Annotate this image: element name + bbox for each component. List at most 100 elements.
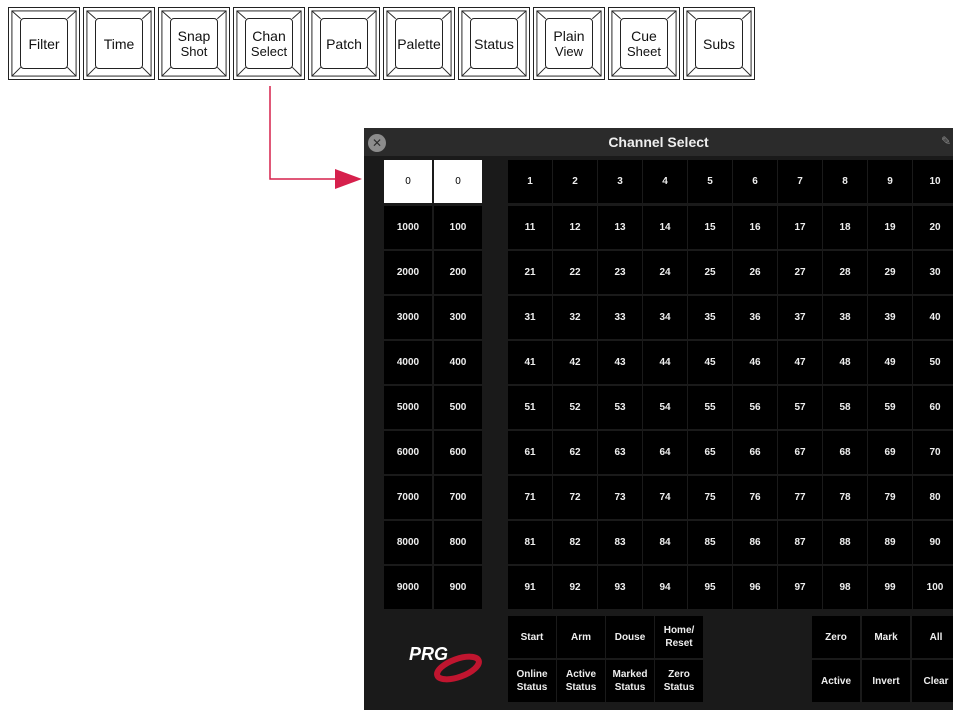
channel-button[interactable]: 35 (688, 296, 732, 339)
channel-button[interactable]: 85 (688, 521, 732, 564)
channel-button[interactable]: 61 (508, 431, 552, 474)
channel-button[interactable]: 60 (913, 386, 953, 429)
channel-button[interactable]: 49 (868, 341, 912, 384)
channel-button[interactable]: 99 (868, 566, 912, 609)
command-douse-button[interactable]: Douse (606, 616, 654, 658)
channel-button[interactable]: 5 (688, 160, 732, 203)
channel-button[interactable]: 52 (553, 386, 597, 429)
channel-button[interactable]: 10 (913, 160, 953, 203)
channel-button[interactable]: 58 (823, 386, 867, 429)
softkey-plain[interactable]: Plain View (533, 7, 605, 80)
command-clear-button[interactable]: Clear (912, 660, 953, 702)
softkey-subs[interactable]: Subs (683, 7, 755, 80)
command-invert-button[interactable]: Invert (862, 660, 910, 702)
channel-button[interactable]: 42 (553, 341, 597, 384)
channel-button[interactable]: 78 (823, 476, 867, 519)
softkey-snap[interactable]: Snap Shot (158, 7, 230, 80)
channel-button[interactable]: 67 (778, 431, 822, 474)
channel-button[interactable]: 28 (823, 251, 867, 294)
channel-button[interactable]: 38 (823, 296, 867, 339)
channel-button[interactable]: 21 (508, 251, 552, 294)
command-active-button[interactable]: Active (812, 660, 860, 702)
channel-button[interactable]: 27 (778, 251, 822, 294)
channel-button[interactable]: 14 (643, 206, 687, 249)
channel-button[interactable]: 37 (778, 296, 822, 339)
channel-button[interactable]: 40 (913, 296, 953, 339)
channel-button[interactable]: 32 (553, 296, 597, 339)
hundreds-button[interactable]: 500 (434, 386, 482, 429)
channel-button[interactable]: 91 (508, 566, 552, 609)
channel-button[interactable]: 71 (508, 476, 552, 519)
hundreds-button[interactable]: 200 (434, 251, 482, 294)
channel-button[interactable]: 39 (868, 296, 912, 339)
channel-button[interactable]: 57 (778, 386, 822, 429)
channel-button[interactable]: 45 (688, 341, 732, 384)
channel-button[interactable]: 90 (913, 521, 953, 564)
channel-button[interactable]: 96 (733, 566, 777, 609)
hundreds-button[interactable]: 300 (434, 296, 482, 339)
hundreds-button[interactable]: 100 (434, 206, 482, 249)
channel-button[interactable]: 15 (688, 206, 732, 249)
channel-button[interactable]: 83 (598, 521, 642, 564)
hundreds-button[interactable]: 400 (434, 341, 482, 384)
channel-button[interactable]: 51 (508, 386, 552, 429)
channel-button[interactable]: 22 (553, 251, 597, 294)
channel-button[interactable]: 76 (733, 476, 777, 519)
channel-button[interactable]: 1 (508, 160, 552, 203)
command-marked-button[interactable]: Marked Status (606, 660, 654, 702)
channel-button[interactable]: 46 (733, 341, 777, 384)
channel-button[interactable]: 8 (823, 160, 867, 203)
channel-button[interactable]: 79 (868, 476, 912, 519)
channel-button[interactable]: 41 (508, 341, 552, 384)
thousands-button[interactable]: 6000 (384, 431, 432, 474)
command-all-button[interactable]: All (912, 616, 953, 658)
hundreds-button[interactable]: 800 (434, 521, 482, 564)
softkey-filter[interactable]: Filter (8, 7, 80, 80)
channel-button[interactable]: 72 (553, 476, 597, 519)
channel-button[interactable]: 92 (553, 566, 597, 609)
thousands-button[interactable]: 9000 (384, 566, 432, 609)
channel-button[interactable]: 75 (688, 476, 732, 519)
channel-button[interactable]: 36 (733, 296, 777, 339)
channel-button[interactable]: 66 (733, 431, 777, 474)
channel-button[interactable]: 73 (598, 476, 642, 519)
command-mark-button[interactable]: Mark (862, 616, 910, 658)
thousands-button[interactable]: 4000 (384, 341, 432, 384)
channel-button[interactable]: 4 (643, 160, 687, 203)
channel-button[interactable]: 95 (688, 566, 732, 609)
command-home-button[interactable]: Home/Reset (655, 616, 703, 658)
thousands-button[interactable]: 7000 (384, 476, 432, 519)
channel-button[interactable]: 18 (823, 206, 867, 249)
channel-button[interactable]: 9 (868, 160, 912, 203)
window-titlebar[interactable]: Channel Select (364, 128, 953, 156)
channel-button[interactable]: 7 (778, 160, 822, 203)
channel-button[interactable]: 62 (553, 431, 597, 474)
channel-button[interactable]: 44 (643, 341, 687, 384)
channel-button[interactable]: 25 (688, 251, 732, 294)
thousands-button[interactable]: 0 (384, 160, 432, 203)
command-zero-button[interactable]: Zero (812, 616, 860, 658)
channel-button[interactable]: 77 (778, 476, 822, 519)
channel-button[interactable]: 11 (508, 206, 552, 249)
hundreds-button[interactable]: 0 (434, 160, 482, 203)
channel-button[interactable]: 70 (913, 431, 953, 474)
channel-button[interactable]: 34 (643, 296, 687, 339)
thousands-button[interactable]: 5000 (384, 386, 432, 429)
channel-button[interactable]: 98 (823, 566, 867, 609)
channel-button[interactable]: 86 (733, 521, 777, 564)
channel-button[interactable]: 29 (868, 251, 912, 294)
channel-button[interactable]: 80 (913, 476, 953, 519)
channel-button[interactable]: 59 (868, 386, 912, 429)
channel-button[interactable]: 50 (913, 341, 953, 384)
hundreds-button[interactable]: 700 (434, 476, 482, 519)
thousands-button[interactable]: 3000 (384, 296, 432, 339)
channel-button[interactable]: 19 (868, 206, 912, 249)
channel-button[interactable]: 74 (643, 476, 687, 519)
softkey-time[interactable]: Time (83, 7, 155, 80)
hundreds-button[interactable]: 900 (434, 566, 482, 609)
channel-button[interactable]: 31 (508, 296, 552, 339)
channel-button[interactable]: 82 (553, 521, 597, 564)
hundreds-button[interactable]: 600 (434, 431, 482, 474)
channel-button[interactable]: 20 (913, 206, 953, 249)
close-icon[interactable]: ✕ (368, 134, 386, 152)
